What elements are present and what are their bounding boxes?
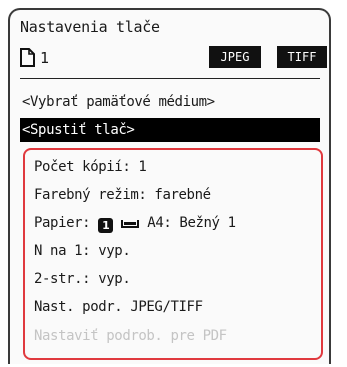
paper-tray-number: 1 (98, 218, 114, 233)
paper-setting[interactable]: Papier: 1 A4: Bežný 1 (34, 212, 236, 234)
document-row: 1 JPEG TIFF (20, 46, 327, 72)
divider (20, 78, 320, 79)
copies-setting[interactable]: Počet kópií: 1 (34, 156, 147, 178)
print-settings-screen: Nastavenia tlače 1 JPEG TIFF <Vybrať pam… (8, 8, 331, 364)
n-on-1-setting[interactable]: N na 1: vyp. (34, 240, 131, 262)
jpeg-tiff-details-setting[interactable]: Nast. podr. JPEG/TIFF (34, 296, 203, 318)
paper-tray-icon (121, 220, 140, 228)
settings-list: Počet kópií: 1 Farebný režim: farebné Pa… (23, 148, 323, 360)
color-mode-setting[interactable]: Farebný režim: farebné (34, 184, 211, 206)
jpeg-format-button[interactable]: JPEG (209, 46, 261, 68)
start-print-item[interactable]: <Spustiť tlač> (20, 118, 320, 142)
document-count: 1 (40, 49, 50, 67)
two-sided-setting[interactable]: 2-str.: vyp. (34, 268, 131, 290)
select-media-item[interactable]: <Vybrať pamäťové médium> (20, 90, 320, 114)
paper-label: Papier: (34, 215, 91, 231)
screen-title: Nastavenia tlače (20, 18, 160, 36)
tiff-format-button[interactable]: TIFF (277, 46, 327, 68)
paper-value: A4: Bežný 1 (147, 215, 236, 231)
document-icon (20, 48, 35, 67)
pdf-details-setting: Nastaviť podrob. pre PDF (34, 328, 227, 344)
